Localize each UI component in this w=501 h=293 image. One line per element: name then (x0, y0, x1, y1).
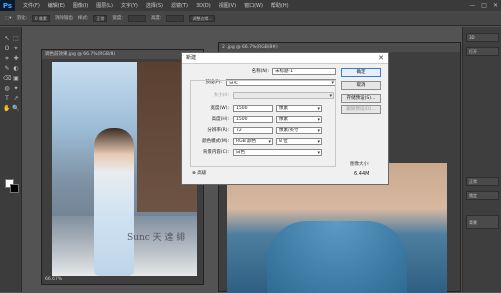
height-label-dialog: 高度(H): (211, 117, 229, 122)
zoom-icon[interactable]: 🔍 (12, 105, 20, 113)
clone-stamp-icon[interactable]: ◐ (12, 65, 20, 73)
bit-depth-select[interactable]: 8 位 (276, 138, 322, 145)
menu-help[interactable]: 帮助(H) (271, 2, 289, 9)
window-controls: — □ ✕ (469, 2, 498, 9)
quick-select-icon[interactable]: ⌖ (12, 45, 20, 53)
save-preset-button[interactable]: 存储预设(S)... (341, 94, 381, 103)
photo-watermark: Sunc 天 達 緋 (127, 233, 186, 243)
name-label: 名称(N): (251, 69, 269, 74)
color-mode-select[interactable]: RGB 颜色 (233, 138, 273, 145)
menu-image[interactable]: 图像(I) (73, 2, 88, 9)
lock-label: 锁定 (466, 191, 499, 200)
lasso-icon[interactable]: ʘ (3, 45, 11, 53)
menu-bar: Ps 文件(F) 编辑(E) 图像(I) 图层(L) 文字(Y) 选择(S) 滤… (0, 0, 501, 11)
document-window-1[interactable]: 调色前效果.jpg @ 66.7%(RGB/8) Sunc 天 達 緋 66.6… (41, 49, 204, 285)
new-document-dialog: 新建 ✕ 名称(N): 未标题-1 预设(P): 自定 大小(I): 宽度(W)… (181, 52, 389, 185)
width-label-dialog: 宽度(W): (210, 106, 229, 111)
options-bar: ⬚▾ 羽化: 0 像素 消除锯齿 样式: 正常 宽度: 高度: 调整边缘... (0, 11, 501, 26)
hand-icon[interactable]: ✋ (3, 105, 11, 113)
advanced-toggle[interactable]: ⊗ 高级 (192, 170, 206, 176)
pen-icon[interactable]: ✦ (12, 85, 20, 93)
document-2-title[interactable]: 2 .jpg @ 66.7%(RGB/8#) (219, 43, 460, 52)
menu-3d[interactable]: 3D(D) (196, 3, 211, 9)
dialog-title: 新建 (182, 53, 388, 64)
eyedropper-icon[interactable]: ✚ (12, 55, 20, 63)
width-label: 宽度: (112, 16, 123, 21)
resolution-field[interactable]: 72 (233, 127, 273, 134)
menu-layer[interactable]: 图层(L) (96, 2, 113, 9)
marquee-icon[interactable]: ⬚ (12, 35, 20, 43)
height-input[interactable] (166, 14, 185, 22)
eraser-icon[interactable]: ⌫ (3, 75, 11, 83)
panel-tab-3d[interactable]: 3D (466, 33, 499, 42)
tools-panel: ↖ ⬚ ʘ ⌖ ⌗ ✚ ✎ ◐ ⌫ ▣ ◍ ✦ T ↗ ✋ 🔍 (0, 27, 22, 292)
panel-tab-open[interactable]: 打开 (466, 47, 499, 56)
path-select-icon[interactable]: ↗ (12, 95, 20, 103)
maximize-button[interactable]: □ (481, 2, 487, 9)
size-label: 大小(I): (213, 93, 229, 98)
height-label: 高度: (150, 16, 162, 21)
advanced-label: 高级 (197, 171, 207, 176)
resolution-unit-select[interactable]: 像素/英寸 (276, 127, 322, 134)
document-1-title[interactable]: 调色前效果.jpg @ 66.7%(RGB/8) (42, 50, 203, 59)
image-size-label: 图像大小: (350, 162, 370, 167)
brush-icon[interactable]: ✎ (3, 65, 11, 73)
move-tool-icon[interactable]: ↖ (3, 35, 11, 43)
canvas-photo-1: Sunc 天 達 緋 (52, 62, 197, 276)
menu-filter[interactable]: 滤镜(T) (171, 2, 188, 9)
height-unit-select[interactable]: 像素 (276, 116, 322, 123)
menu-type[interactable]: 文字(Y) (121, 2, 138, 9)
image-size-value: 6.44M (354, 171, 370, 177)
refine-edge-button[interactable]: 调整边缘... (189, 14, 216, 22)
color-mode-label: 颜色模式(M): (202, 139, 229, 144)
menu-edit[interactable]: 编辑(E) (48, 2, 65, 9)
width-input[interactable] (127, 14, 146, 22)
style-label: 样式: (77, 16, 89, 21)
name-input[interactable]: 未标题-1 (272, 68, 336, 75)
photo-girl (94, 128, 134, 276)
photo-skirt (267, 221, 407, 293)
menu-select[interactable]: 选择(S) (146, 2, 163, 9)
size-select (233, 92, 334, 99)
width-unit-select[interactable]: 像素 (276, 105, 322, 112)
antialias-checkbox[interactable]: 消除锯齿 (55, 15, 73, 21)
close-button[interactable]: ✕ (493, 2, 498, 9)
crop-icon[interactable]: ⌗ (3, 55, 11, 63)
background-select[interactable]: 白色 (233, 149, 322, 156)
photoshop-logo: Ps (0, 0, 15, 11)
blend-mode-select[interactable]: 正常 (466, 177, 499, 186)
right-panels: 3D 打开 正常 锁定 背景 (462, 27, 501, 292)
type-tool-icon[interactable]: T (3, 95, 11, 103)
menu-view[interactable]: 视图(V) (219, 2, 236, 9)
zoom-level[interactable]: 66.67% (45, 277, 62, 282)
marquee-tool-icon[interactable]: ⬚▾ (5, 16, 12, 21)
style-select[interactable]: 正常 (93, 14, 108, 22)
feather-input[interactable]: 0 像素 (32, 14, 50, 22)
delete-preset-button[interactable]: 删除预设(D)... (341, 105, 381, 114)
cancel-button[interactable]: 取消 (341, 81, 381, 90)
layer-background[interactable]: 背景 (466, 215, 499, 229)
minimize-button[interactable]: — (469, 2, 475, 9)
height-field[interactable]: 1500 (233, 116, 273, 123)
ok-button[interactable]: 确定 (341, 68, 381, 77)
resolution-label: 分辨率(R): (207, 128, 229, 133)
feather-label: 羽化: (16, 16, 28, 21)
menu-file[interactable]: 文件(F) (23, 2, 40, 9)
menu-window[interactable]: 窗口(W) (244, 2, 263, 9)
blur-icon[interactable]: ◍ (3, 85, 11, 93)
background-label: 背景内容(C): (202, 150, 229, 155)
gradient-icon[interactable]: ▣ (12, 75, 20, 83)
width-field[interactable]: 1500 (233, 105, 273, 112)
background-color-swatch[interactable] (10, 184, 19, 193)
dialog-close-icon[interactable]: ✕ (378, 54, 384, 62)
